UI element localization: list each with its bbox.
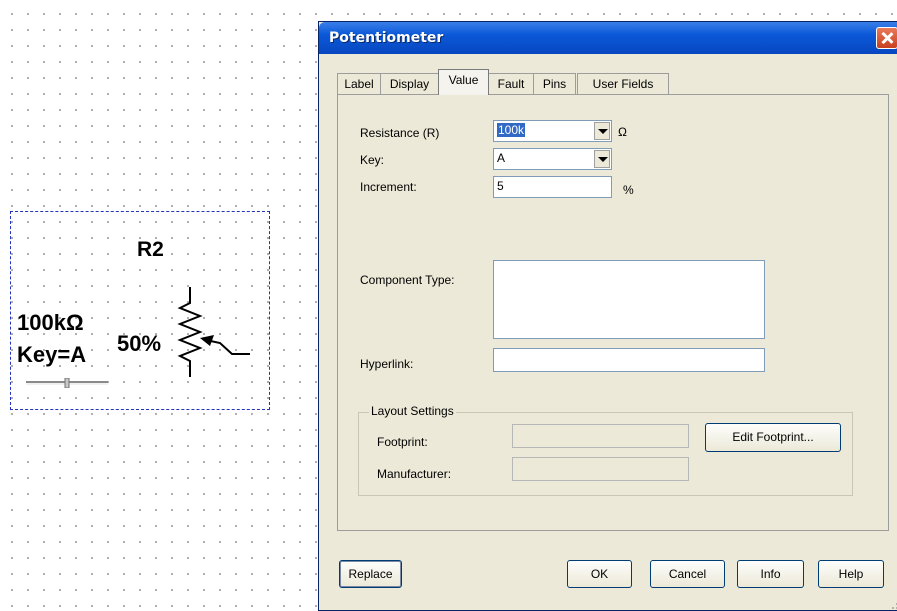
resistance-value: 100k	[497, 123, 526, 137]
potentiometer-symbol	[177, 287, 250, 377]
edit-footprint-button[interactable]: Edit Footprint...	[705, 423, 841, 452]
cancel-button[interactable]: Cancel	[650, 560, 725, 588]
footprint-label: Footprint:	[377, 435, 428, 449]
layout-settings-group: Layout Settings Footprint: Edit Footprin…	[358, 404, 853, 496]
increment-unit: %	[623, 183, 634, 197]
potentiometer-dialog: Potentiometer Label Display Value Fault …	[318, 21, 897, 611]
increment-label: Increment:	[360, 180, 417, 194]
hyperlink-input[interactable]	[493, 348, 765, 372]
replace-button[interactable]: Replace	[339, 560, 402, 588]
resize-grip-icon[interactable]	[887, 598, 897, 610]
tab-fault[interactable]: Fault	[488, 73, 534, 94]
tab-pins[interactable]: Pins	[533, 73, 576, 94]
hyperlink-label: Hyperlink:	[360, 357, 414, 371]
tab-value[interactable]: Value	[438, 69, 489, 95]
component-type-label: Component Type:	[360, 273, 455, 287]
chevron-down-icon[interactable]	[594, 122, 610, 140]
footprint-field	[512, 424, 689, 448]
key-dropdown[interactable]: A	[493, 148, 612, 170]
resistance-unit: Ω	[618, 125, 627, 139]
ok-button[interactable]: OK	[567, 560, 632, 588]
manufacturer-label: Manufacturer:	[377, 467, 452, 481]
increment-input[interactable]: 5	[493, 176, 612, 198]
component-ref-label: R2	[137, 238, 164, 261]
resistance-label: Resistance (R)	[360, 126, 440, 140]
dialog-titlebar[interactable]: Potentiometer	[319, 22, 897, 54]
component-percent-label: 50%	[117, 331, 162, 356]
close-button[interactable]	[876, 27, 897, 49]
dialog-title: Potentiometer	[329, 30, 444, 46]
resistance-dropdown[interactable]: 100k	[493, 120, 612, 142]
tab-user-fields[interactable]: User Fields	[577, 73, 669, 94]
tab-display[interactable]: Display	[380, 73, 439, 94]
key-value: A	[497, 151, 506, 165]
value-tab-panel: Resistance (R) 100k Ω Key: A Increment: …	[337, 94, 889, 531]
component-value-label: 100kΩ	[17, 310, 84, 335]
info-button[interactable]: Info	[737, 560, 804, 588]
tab-label[interactable]: Label	[337, 73, 381, 94]
component-type-textarea[interactable]	[493, 260, 765, 339]
manufacturer-field	[512, 457, 689, 481]
key-label: Key:	[360, 153, 385, 167]
schematic-canvas[interactable]: R2 100kΩ Key=A 50%	[0, 0, 320, 601]
value-slider[interactable]	[26, 378, 108, 388]
help-button[interactable]: Help	[818, 560, 884, 588]
layout-settings-legend: Layout Settings	[369, 404, 456, 418]
slider-thumb[interactable]	[64, 378, 70, 388]
component-key-label: Key=A	[17, 342, 87, 367]
chevron-down-icon[interactable]	[594, 150, 610, 168]
